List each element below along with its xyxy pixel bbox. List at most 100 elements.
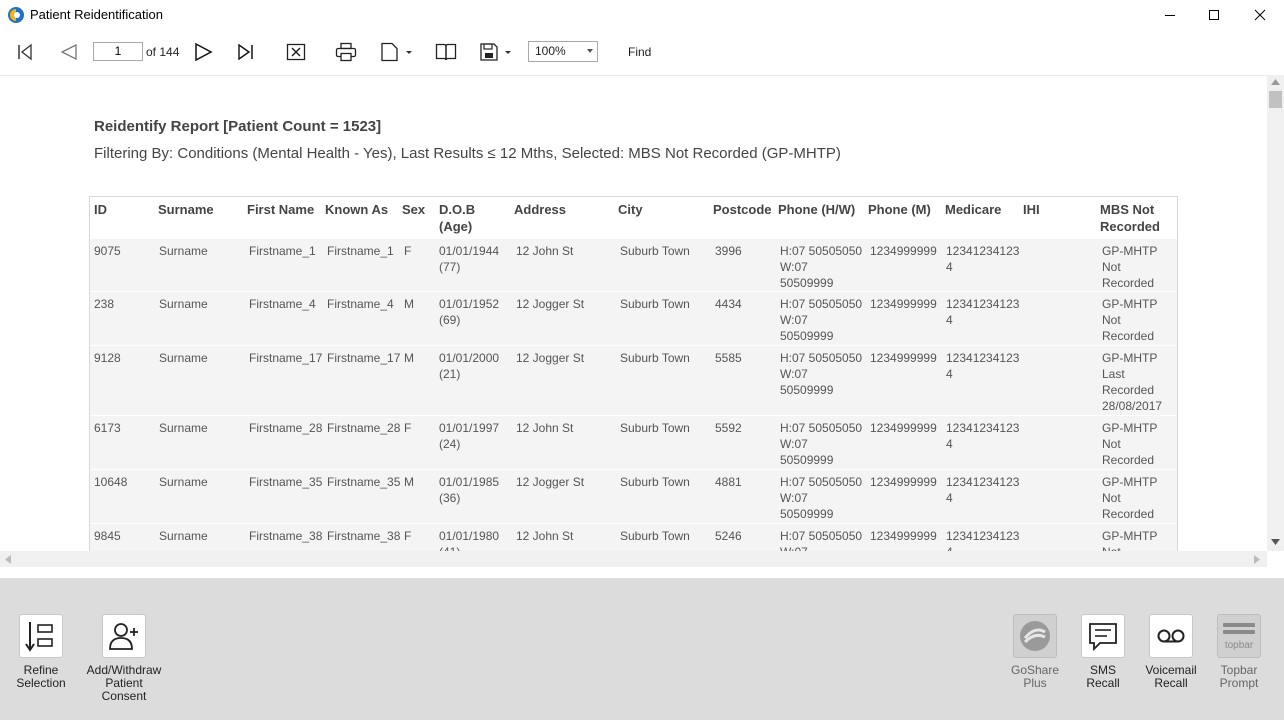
stop-icon [286, 43, 306, 61]
scroll-down-icon[interactable] [1271, 539, 1280, 545]
scroll-thumb[interactable] [1269, 91, 1282, 108]
table-row[interactable]: 9075 Surname Firstname_1 Firstname_1 F 0… [90, 238, 1177, 291]
scroll-up-icon[interactable] [1271, 79, 1280, 85]
cell-phone-hw: H:07 50505050 W:07 50509999 [780, 475, 863, 521]
cell-mbs: GP-MHTP Not Recorded [1102, 244, 1158, 290]
patient-consent-tile [102, 614, 146, 658]
cell-medicare: 12341234123 4 [946, 297, 1020, 327]
cell-postcode: 5246 [715, 529, 742, 543]
cell-mbs: GP-MHTP Not Recorded [1102, 297, 1158, 343]
close-icon [1254, 9, 1266, 21]
cell-phone-m: 1234999999 [870, 351, 937, 365]
close-button[interactable] [1237, 0, 1283, 30]
goshare-plus-label: GoShare Plus [1010, 663, 1060, 690]
cell-first-name: Firstname_38 [249, 529, 323, 543]
find-link[interactable]: Find [628, 45, 651, 59]
chat-bubble-icon [1089, 623, 1117, 652]
maximize-icon [1209, 10, 1219, 20]
cell-dob: 01/01/2000 (21) [439, 351, 500, 381]
first-page-button[interactable] [15, 42, 35, 62]
stop-button[interactable] [285, 42, 307, 62]
previous-page-icon [60, 43, 77, 61]
cell-phone-m: 1234999999 [870, 529, 937, 543]
cell-sex: M [404, 351, 414, 365]
maximize-button[interactable] [1191, 0, 1237, 30]
table-row[interactable]: 10648 Surname Firstname_35 Firstname_35 … [90, 469, 1177, 523]
cell-phone-m: 1234999999 [870, 475, 937, 489]
topbar-prompt-tile: topbar [1217, 614, 1261, 658]
cell-id: 6173 [94, 421, 121, 435]
printer-icon [335, 42, 357, 62]
scroll-left-icon[interactable] [5, 555, 11, 564]
minimize-button[interactable] [1147, 0, 1193, 30]
sms-recall-tile [1081, 614, 1125, 658]
topbar-logo-text: topbar [1225, 640, 1254, 651]
patient-table: ID Surname First Name Known As Sex D.O.B… [89, 196, 1178, 567]
last-page-icon [238, 43, 253, 61]
cell-address: 12 John St [516, 421, 574, 435]
zoom-value: 100% [535, 44, 566, 58]
column-header-dob: D.O.B (Age) [439, 202, 476, 234]
horizontal-scrollbar[interactable] [0, 551, 1267, 567]
table-row[interactable]: 238 Surname Firstname_4 Firstname_4 M 01… [90, 291, 1177, 345]
vertical-scrollbar[interactable] [1267, 75, 1284, 551]
cell-surname: Surname [159, 297, 208, 311]
scroll-right-icon[interactable] [1254, 555, 1260, 564]
page-number-input[interactable]: 1 [93, 42, 143, 61]
cell-address: 12 Jogger St [516, 351, 585, 365]
next-page-button[interactable] [192, 42, 214, 62]
report-viewer: Reidentify Report [Patient Count = 1523]… [0, 75, 1284, 567]
cell-phone-hw: H:07 50505050 W:07 50509999 [780, 351, 863, 397]
book-icon [435, 43, 457, 61]
cell-postcode: 3996 [715, 244, 742, 258]
cell-city: Suburb Town [620, 351, 690, 365]
cell-postcode: 4434 [715, 297, 742, 311]
cell-medicare: 12341234123 4 [946, 475, 1020, 505]
cell-city: Suburb Town [620, 297, 690, 311]
voicemail-icon [1157, 629, 1185, 643]
cell-address: 12 Jogger St [516, 297, 585, 311]
patient-consent-label: Add/Withdraw Patient Consent [86, 663, 162, 703]
cell-mbs: GP-MHTP Not Recorded [1102, 421, 1158, 467]
export-button[interactable] [478, 41, 514, 63]
patient-consent-button[interactable]: Add/Withdraw Patient Consent [86, 614, 162, 703]
cell-city: Suburb Town [620, 421, 690, 435]
voicemail-recall-tile [1149, 614, 1193, 658]
cell-phone-hw: H:07 50505050 W:07 50509999 [780, 244, 863, 290]
report-filter: Filtering By: Conditions (Mental Health … [94, 145, 841, 162]
goshare-plus-tile [1013, 614, 1057, 658]
table-row[interactable]: 9128 Surname Firstname_17 Firstname_17 M… [90, 345, 1177, 415]
view-layout-button[interactable] [434, 41, 458, 63]
window-title: Patient Reidentification [30, 7, 163, 22]
action-panel: Refine Selection Add/Withdraw Patient Co… [0, 578, 1284, 720]
cell-known-as: Firstname_1 [327, 244, 394, 258]
cell-address: 12 John St [516, 529, 574, 543]
cell-medicare: 12341234123 4 [946, 244, 1020, 274]
voicemail-recall-button[interactable]: Voicemail Recall [1145, 614, 1197, 690]
cell-id: 9128 [94, 351, 121, 365]
last-page-button[interactable] [236, 42, 256, 62]
goshare-plus-button[interactable]: GoShare Plus [1010, 614, 1060, 690]
page-setup-button[interactable] [379, 41, 415, 63]
previous-page-button[interactable] [57, 42, 79, 62]
sms-recall-button[interactable]: SMS Recall [1080, 614, 1126, 690]
cell-dob: 01/01/1985 (36) [439, 475, 500, 505]
goshare-logo-icon [1020, 621, 1050, 651]
page-count: of 144 [146, 45, 180, 59]
print-button[interactable] [334, 41, 358, 63]
cell-first-name: Firstname_35 [249, 475, 323, 489]
column-header-address: Address [514, 202, 567, 217]
column-header-known-as: Known As [325, 202, 389, 217]
table-row[interactable]: 6173 Surname Firstname_28 Firstname_28 F… [90, 415, 1177, 469]
cell-sex: M [404, 475, 414, 489]
cell-postcode: 4881 [715, 475, 742, 489]
cell-first-name: Firstname_1 [249, 244, 316, 258]
cell-surname: Surname [159, 421, 208, 435]
topbar-prompt-button[interactable]: topbar Topbar Prompt [1216, 614, 1262, 690]
refine-selection-button[interactable]: Refine Selection [16, 614, 66, 690]
cell-sex: F [404, 421, 412, 435]
zoom-select[interactable]: 100% [528, 41, 598, 62]
cell-dob: 01/01/1944 (77) [439, 244, 500, 274]
cell-sex: F [404, 244, 412, 258]
save-icon [480, 43, 511, 61]
